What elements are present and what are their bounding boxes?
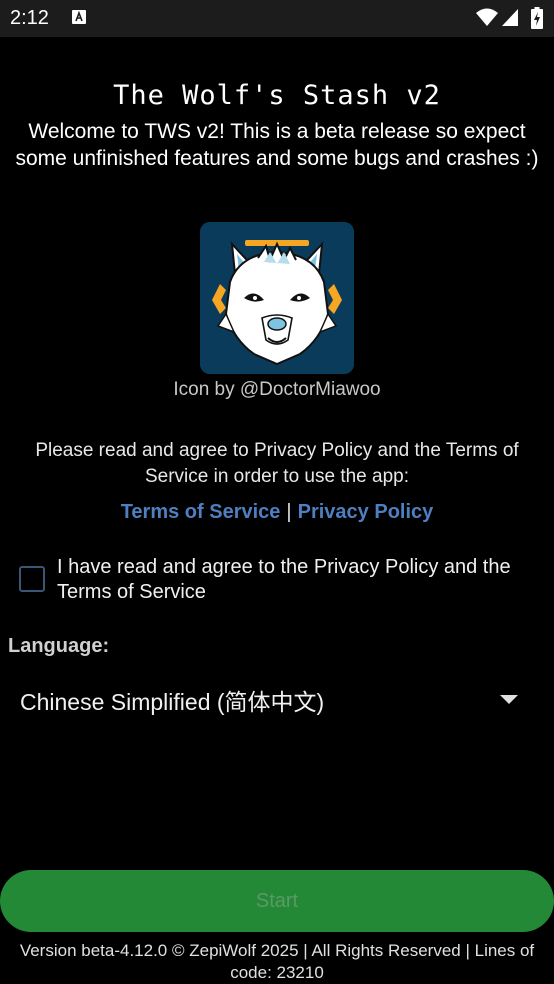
- wolf-icon: [200, 222, 354, 374]
- battery-icon: [531, 7, 543, 34]
- agree-checkbox[interactable]: [19, 566, 45, 592]
- privacy-policy-link[interactable]: Privacy Policy: [298, 501, 434, 523]
- status-bar: 2:12: [0, 0, 554, 37]
- language-selected-value: Chinese Simplified (简体中文): [20, 689, 325, 715]
- app-logo: [200, 222, 354, 374]
- link-separator: |: [286, 501, 292, 523]
- app-title: The Wolf's Stash v2: [113, 80, 441, 111]
- signal-icon: [502, 9, 518, 31]
- notification-icon: [72, 10, 86, 29]
- start-button[interactable]: Start: [0, 870, 554, 932]
- language-label: Language:: [8, 635, 110, 657]
- chevron-down-icon: [500, 691, 518, 709]
- terms-of-service-link[interactable]: Terms of Service: [121, 501, 281, 523]
- status-time: 2:12: [10, 7, 49, 29]
- language-dropdown[interactable]: Chinese Simplified (简体中文): [0, 672, 554, 720]
- agreement-prompt: Please read and agree to Privacy Policy …: [35, 440, 519, 487]
- icon-credit: Icon by @DoctorMiawoo: [173, 379, 381, 400]
- legal-links: Terms of Service | Privacy Policy: [0, 501, 554, 524]
- agree-checkbox-label[interactable]: I have read and agree to the Privacy Pol…: [57, 555, 547, 605]
- welcome-text: Welcome to TWS v2! This is a beta releas…: [15, 120, 539, 170]
- footer-version-text: Version beta-4.12.0 © ZepiWolf 2025 | Al…: [19, 941, 535, 982]
- wifi-icon: [476, 8, 498, 31]
- start-button-label: Start: [255, 890, 299, 912]
